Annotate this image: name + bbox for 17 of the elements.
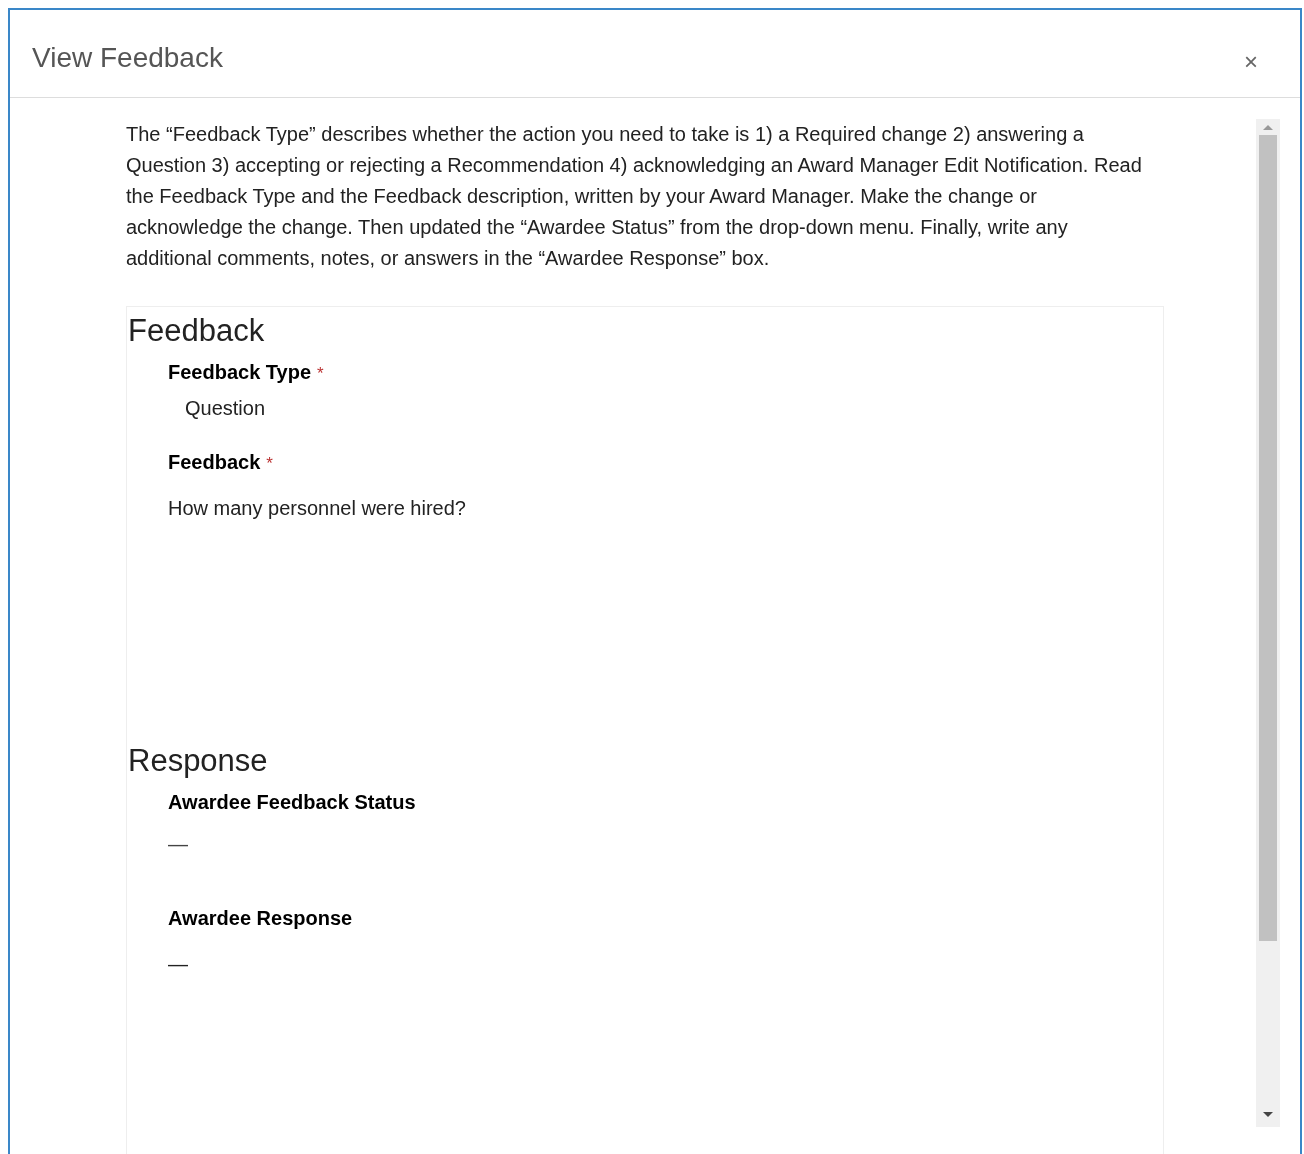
close-button[interactable]: × [1240,50,1262,74]
field-label: Feedback [168,451,261,474]
field-value: Question [185,397,266,420]
field-value: — [168,953,188,976]
field-label: Awardee Feedback Status [168,791,416,814]
field-label: Feedback Type [168,361,312,384]
required-mark: * [317,364,324,384]
field-label: Awardee Response [168,907,353,930]
scrollbar[interactable] [1256,119,1280,1127]
field-value: How many personnel were hired? [168,497,466,520]
required-mark: * [266,454,273,474]
instructions-text: The “Feedback Type” describes whether the action you need to take is 1) a Required change 2) answering a Question 3) accepting or rejecting a Recommendation 4) acknowledging an Award Manager Edit Notification. Read the Feedback Type and the Feedback description, written by your Award Manager. Make the change or acknowledge the change. Then updated the “Awardee Status” from the drop-down menu. Finally, write any additional comments, notes, or answers in the “Awardee Response” box. [126,122,1143,271]
section-heading: Feedback [128,313,265,349]
field-value: — [168,833,188,856]
section-heading: Response [128,743,268,779]
dialog-title: View Feedback [32,42,223,74]
scroll-thumb[interactable] [1259,135,1277,941]
